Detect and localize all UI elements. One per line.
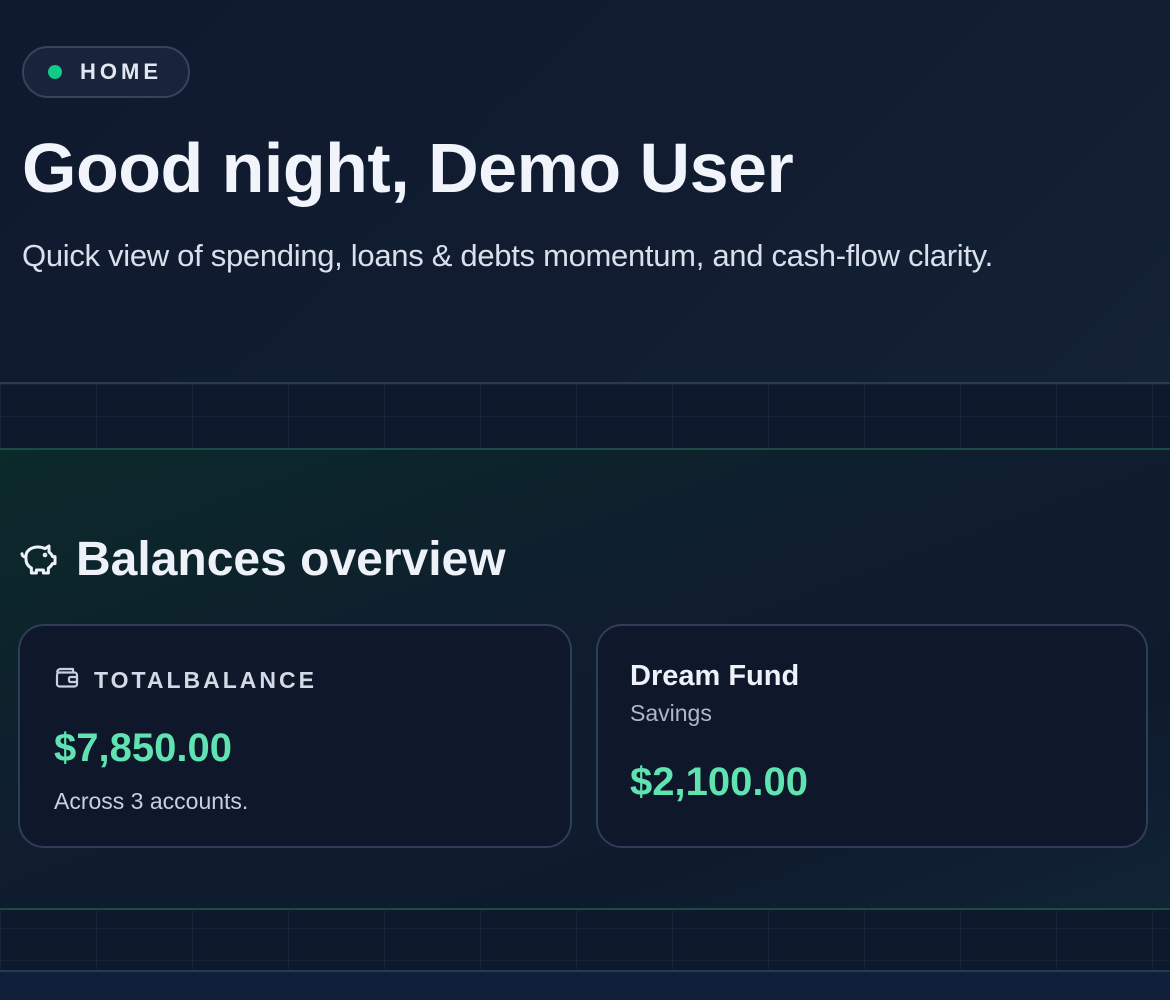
total-balance-amount: $7,850.00 <box>54 726 232 770</box>
piggy-bank-icon <box>18 542 58 578</box>
total-balance-note: Across 3 accounts. <box>54 788 249 814</box>
account-amount: $2,100.00 <box>630 760 808 804</box>
wallet-icon <box>54 666 80 695</box>
balances-title: Balances overview <box>76 533 506 586</box>
total-balance-label: TOTALBALANCE <box>94 667 317 693</box>
next-section-edge <box>0 970 1170 1000</box>
total-balance-header: TOTALBALANCE <box>54 666 317 695</box>
page-subtitle: Quick view of spending, loans & debts mo… <box>22 238 993 273</box>
account-card-dream-fund[interactable]: Dream Fund Savings $2,100.00 <box>596 624 1148 848</box>
page-title: Good night, Demo User <box>22 129 794 207</box>
page: HOME Good night, Demo User Quick view of… <box>0 0 1170 1000</box>
total-balance-card[interactable]: TOTALBALANCE $7,850.00 Across 3 accounts… <box>18 624 572 848</box>
hero-card: HOME Good night, Demo User Quick view of… <box>0 0 1170 384</box>
balances-section: Balances overview TOTALBALANCE $7,850.00… <box>0 448 1170 910</box>
home-badge: HOME <box>22 46 190 98</box>
account-type: Savings <box>630 700 712 726</box>
home-badge-label: HOME <box>80 59 162 84</box>
status-dot-icon <box>48 65 62 79</box>
account-name: Dream Fund <box>630 660 800 692</box>
balances-header: Balances overview <box>18 532 506 587</box>
